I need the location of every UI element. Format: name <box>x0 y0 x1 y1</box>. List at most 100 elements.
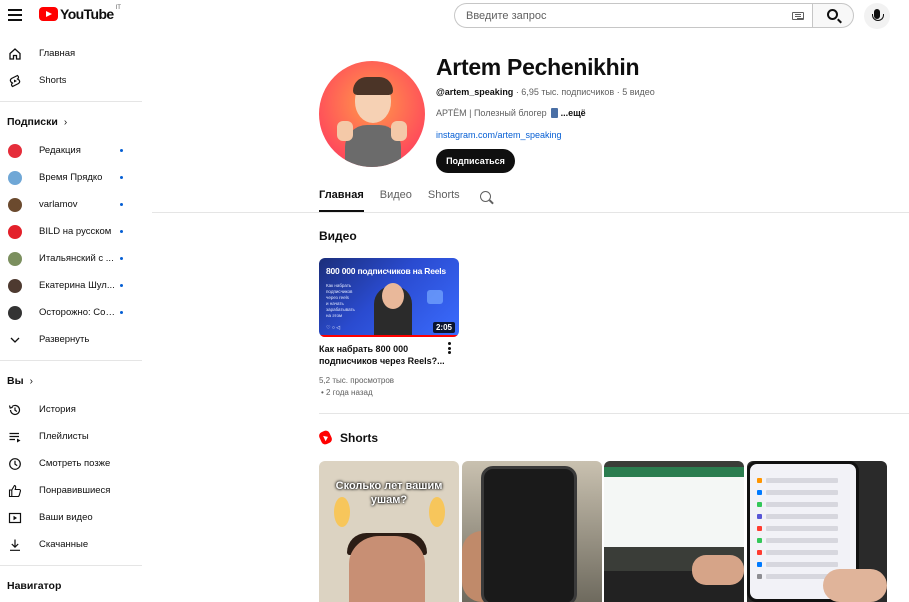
sidebar: Главная Shorts Подписки › Редакция Время… <box>0 40 142 602</box>
video-age: • 2 года назад <box>321 388 373 397</box>
hand-image <box>823 569 887 602</box>
channel-avatar <box>8 251 22 266</box>
voice-search-button[interactable] <box>864 3 890 29</box>
channel-avatar-large[interactable] <box>319 61 425 167</box>
search-box <box>454 3 812 28</box>
sidebar-item-subscription[interactable]: Итальянский с ... <box>0 245 142 272</box>
sidebar-item-playlists[interactable]: Плейлисты <box>0 423 142 450</box>
tab-videos[interactable]: Видео <box>380 189 412 212</box>
search-input[interactable] <box>466 9 766 22</box>
history-icon <box>8 403 22 417</box>
channel-avatar <box>8 170 22 185</box>
description-more[interactable]: ...ещё <box>561 108 586 118</box>
sidebar-item-history[interactable]: История <box>0 396 142 423</box>
channel-description[interactable]: АРТЁМ | Полезный блогер ...ещё <box>436 108 586 118</box>
channel-avatar <box>8 305 22 320</box>
sidebar-item-home[interactable]: Главная <box>0 40 142 67</box>
sidebar-item-label: Скачанные <box>39 539 89 550</box>
playlists-icon <box>8 430 22 444</box>
sidebar-item-downloads[interactable]: Скачанные <box>0 531 142 558</box>
channel-avatar <box>8 143 22 158</box>
sidebar-item-label: Главная <box>39 48 76 59</box>
tab-shorts[interactable]: Shorts <box>428 189 460 212</box>
thumbnail-subtitle: Как набрать подписчиков через reels и на… <box>326 283 355 318</box>
you-header-label: Вы <box>7 375 24 387</box>
thumbnail-person-head <box>382 283 404 309</box>
menu-icon[interactable] <box>8 9 22 21</box>
youtube-logo[interactable]: YouTube IT <box>39 5 121 22</box>
sidebar-item-liked[interactable]: Понравившиеся <box>0 477 142 504</box>
home-icon <box>8 47 22 61</box>
section-divider <box>319 413 909 414</box>
short-thumbnail[interactable] <box>462 461 602 602</box>
sidebar-item-label: Shorts <box>39 75 67 86</box>
thumbs-up-icon <box>337 121 353 141</box>
sidebar-item-label: Время Прядко <box>39 172 103 183</box>
channel-link[interactable]: instagram.com/artem_speaking <box>436 130 562 140</box>
sidebar-item-label: Понравившиеся <box>39 485 111 496</box>
channel-avatar <box>8 224 22 239</box>
new-content-dot <box>120 311 123 314</box>
sidebar-item-label: BILD на русском <box>39 226 112 237</box>
phone-image <box>481 466 577 602</box>
new-content-dot <box>120 149 123 152</box>
channel-avatar <box>8 197 22 212</box>
keyboard-icon[interactable] <box>792 12 804 20</box>
sidebar-item-shorts[interactable]: Shorts <box>0 67 142 94</box>
avatar-hair <box>353 77 393 95</box>
thumbnail-title: 800 000 подписчиков на Reels <box>326 266 446 276</box>
channel-meta: @artem_speaking · 6,95 тыс. подписчиков … <box>436 87 655 97</box>
new-content-dot <box>120 203 123 206</box>
top-bar: YouTube IT <box>0 0 909 32</box>
shorts-icon <box>8 74 22 88</box>
sidebar-item-your-videos[interactable]: Ваши видео <box>0 504 142 531</box>
search-button[interactable] <box>812 3 854 28</box>
ear-emoji-icon <box>429 497 445 527</box>
channel-search-icon[interactable] <box>479 190 494 205</box>
chevron-right-icon: › <box>29 375 33 387</box>
channel-name: Artem Pechenikhin <box>436 54 640 80</box>
chevron-right-icon: › <box>63 116 68 128</box>
tabs-divider <box>152 212 909 213</box>
shorts-section-title[interactable]: Shorts <box>340 431 378 445</box>
sidebar-item-subscription[interactable]: Осторожно: Соб... <box>0 299 142 326</box>
subscriptions-header-label: Подписки <box>7 116 58 128</box>
laptop-screen-image <box>604 467 744 547</box>
videos-section-title[interactable]: Видео <box>319 229 357 243</box>
more-options-icon[interactable] <box>448 342 452 354</box>
new-content-dot <box>120 257 123 260</box>
video-thumbnail[interactable]: 800 000 подписчиков на Reels Как набрать… <box>319 258 459 337</box>
channel-avatar <box>8 278 22 293</box>
sidebar-item-subscription[interactable]: BILD на русском <box>0 218 142 245</box>
subscriptions-header[interactable]: Подписки › <box>0 107 142 137</box>
channel-stats: · 6,95 тыс. подписчиков · 5 видео <box>513 87 655 97</box>
logo-text: YouTube <box>60 6 114 22</box>
short-thumbnail[interactable] <box>604 461 744 602</box>
sidebar-item-expand[interactable]: Развернуть <box>0 326 142 353</box>
your-videos-icon <box>8 511 22 525</box>
sidebar-item-label: Развернуть <box>39 334 90 345</box>
video-views: 5,2 тыс. просмотров <box>319 376 395 385</box>
short-thumbnail[interactable] <box>747 461 887 602</box>
sidebar-item-label: Итальянский с ... <box>39 253 114 264</box>
tab-home[interactable]: Главная <box>319 189 364 212</box>
ear-emoji-icon <box>334 497 350 527</box>
sidebar-item-subscription[interactable]: Время Прядко <box>0 164 142 191</box>
new-content-dot <box>120 230 123 233</box>
new-content-dot <box>120 284 123 287</box>
sidebar-item-label: История <box>39 404 76 415</box>
search-bar <box>454 3 854 28</box>
subscribe-button[interactable]: Подписаться <box>436 149 515 173</box>
sidebar-item-subscription[interactable]: varlamov <box>0 191 142 218</box>
sidebar-divider <box>0 360 142 361</box>
sidebar-item-subscription[interactable]: Редакция <box>0 137 142 164</box>
you-header[interactable]: Вы › <box>0 366 142 396</box>
video-duration: 2:05 <box>432 322 455 333</box>
channel-handle: @artem_speaking <box>436 87 514 97</box>
sidebar-item-watch-later[interactable]: Смотреть позже <box>0 450 142 477</box>
sidebar-item-subscription[interactable]: Екатерина Шул... <box>0 272 142 299</box>
sidebar-item-label: Осторожно: Соб... <box>39 307 117 318</box>
video-title[interactable]: Как набрать 800 000 подписчиков через Re… <box>319 343 445 367</box>
short-thumbnail[interactable]: Сколько лет вашим ушам? <box>319 461 459 602</box>
new-content-dot <box>120 176 123 179</box>
